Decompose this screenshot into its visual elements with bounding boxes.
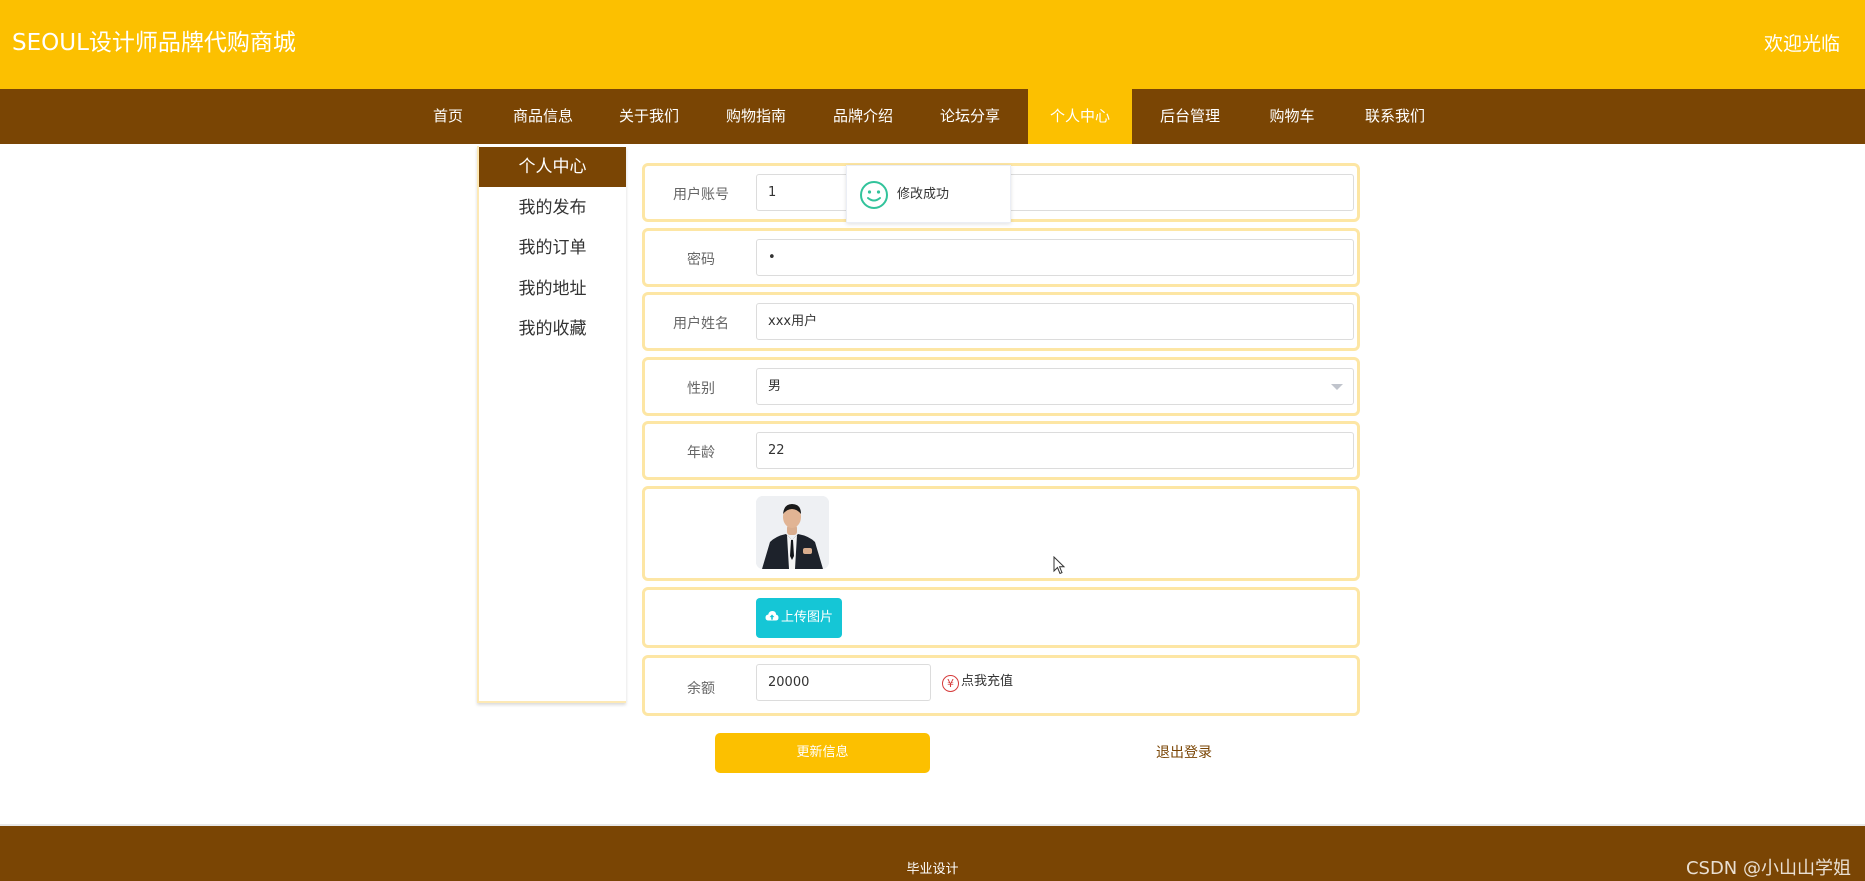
age-field[interactable]: 22 <box>756 432 1354 469</box>
nav-item-contact[interactable]: 联系我们 <box>1360 89 1430 144</box>
nav-item-admin[interactable]: 后台管理 <box>1155 89 1225 144</box>
form-row-realname: 用户姓名 xxx用户 <box>642 292 1360 351</box>
top-header: SEOUL设计师品牌代购商城 欢迎光临 <box>0 0 1865 89</box>
gender-select[interactable]: 男 <box>756 368 1354 405</box>
username-label: 用户账号 <box>673 187 729 203</box>
gender-value: 男 <box>768 379 782 394</box>
profile-sidebar: 个人中心 我的发布 我的订单 我的地址 我的收藏 <box>477 146 626 703</box>
yen-icon: ¥ <box>942 675 959 692</box>
gender-label: 性别 <box>687 381 715 397</box>
sidebar-item-posts[interactable]: 我的发布 <box>479 188 626 228</box>
nav-item-home[interactable]: 首页 <box>424 89 472 144</box>
recharge-link[interactable]: ¥ 点我充值 <box>942 673 1013 692</box>
form-row-avatar <box>642 486 1360 581</box>
watermark-text: CSDN @小山山学姐 <box>1685 858 1851 879</box>
balance-label: 余额 <box>687 681 715 697</box>
main-nav: 首页 商品信息 关于我们 购物指南 品牌介绍 论坛分享 个人中心 后台管理 购物… <box>0 89 1865 144</box>
sidebar-item-profile[interactable]: 个人中心 <box>479 147 626 187</box>
toast-message: 修改成功 <box>897 187 950 202</box>
sidebar-item-address[interactable]: 我的地址 <box>479 269 626 309</box>
form-row-upload: 上传图片 <box>642 587 1360 648</box>
form-row-age: 年龄 22 <box>642 421 1360 480</box>
smile-icon <box>860 181 888 209</box>
nav-item-products[interactable]: 商品信息 <box>508 89 578 144</box>
nav-item-cart[interactable]: 购物车 <box>1262 89 1322 144</box>
realname-label: 用户姓名 <box>673 316 729 332</box>
realname-field[interactable]: xxx用户 <box>756 303 1354 340</box>
form-row-password: 密码 • <box>642 228 1360 287</box>
form-row-balance: 余额 20000 ¥ 点我充值 <box>642 655 1360 716</box>
recharge-label: 点我充值 <box>961 674 1014 689</box>
chevron-down-icon <box>1331 384 1343 390</box>
success-toast: 修改成功 <box>846 165 1011 223</box>
nav-item-guide[interactable]: 购物指南 <box>721 89 791 144</box>
mouse-cursor-icon <box>1053 556 1066 575</box>
upload-image-label: 上传图片 <box>780 610 833 625</box>
password-field[interactable]: • <box>756 239 1354 276</box>
footer-text: 毕业设计 <box>906 862 959 877</box>
nav-item-forum[interactable]: 论坛分享 <box>935 89 1005 144</box>
update-info-button[interactable]: 更新信息 <box>715 733 930 773</box>
form-row-gender: 性别 男 <box>642 357 1360 416</box>
nav-item-profile[interactable]: 个人中心 <box>1028 89 1132 144</box>
sidebar-item-orders[interactable]: 我的订单 <box>479 228 626 268</box>
welcome-text: 欢迎光临 <box>1763 33 1840 55</box>
footer: 毕业设计 CSDN @小山山学姐 <box>0 824 1865 881</box>
site-title: SEOUL设计师品牌代购商城 <box>12 30 296 56</box>
avatar-image <box>756 496 829 569</box>
nav-item-brands[interactable]: 品牌介绍 <box>828 89 898 144</box>
logout-link[interactable]: 退出登录 <box>1156 744 1212 762</box>
nav-item-about[interactable]: 关于我们 <box>614 89 684 144</box>
sidebar-item-favorites[interactable]: 我的收藏 <box>479 309 626 349</box>
cloud-upload-icon <box>765 611 779 621</box>
password-label: 密码 <box>687 252 715 268</box>
upload-image-button[interactable]: 上传图片 <box>756 598 842 638</box>
balance-field[interactable]: 20000 <box>756 664 931 701</box>
age-label: 年龄 <box>687 445 715 461</box>
